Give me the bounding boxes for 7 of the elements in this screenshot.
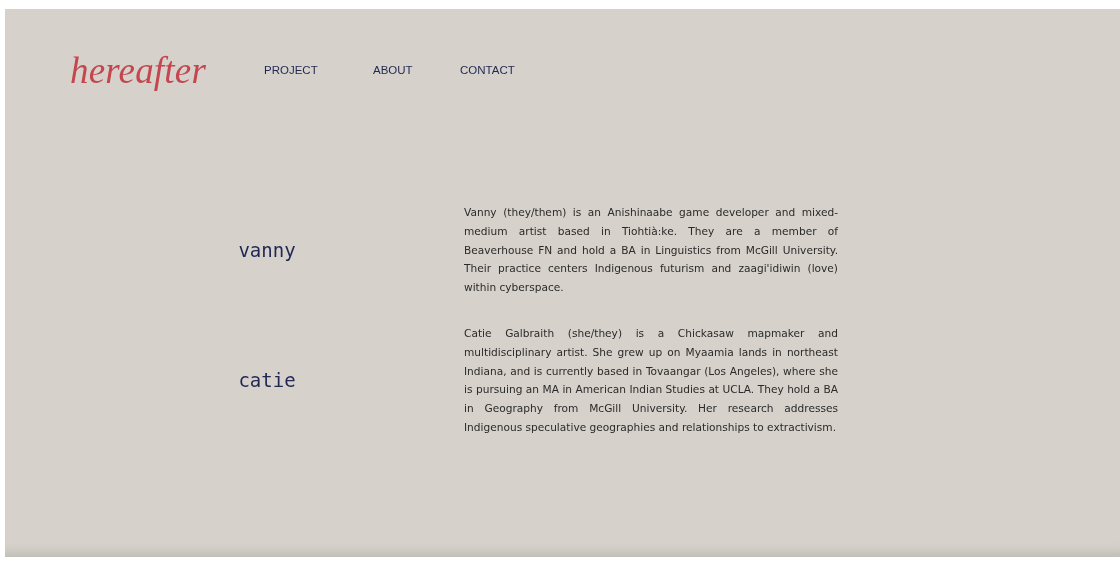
bio-paragraph: Vanny (they/them) is an Anishinaabe game developer and mixed-medium artist based in Tiohtià:ke. They are a member of Beaverhouse FN and hold a BA in Linguistics from McGill University. Their practice centers Indigenous futurism and zaagi'idiwin (love) within cyberspace. [464,205,838,296]
person-name: catie [238,369,296,392]
person-name: vanny [238,239,296,261]
nav-link[interactable]: CONTACT [460,64,515,76]
nav-link[interactable]: PROJECT [264,64,373,76]
bio-paragraph: Catie Galbraith (she/they) is a Chickasaw mapmaker and multidisciplinary artist. She grew up on Myaamia lands in northeast Indiana, and is currently based in Tovaangar (Los Angeles), where she is pursuing an MA in American Indian Studies at UCLA. They hold a BA in Geography from McGill University. Her research addresses Indigenous speculative geographies and relationships to extractivism. [464,326,838,435]
nav-link[interactable]: ABOUT [373,64,460,76]
